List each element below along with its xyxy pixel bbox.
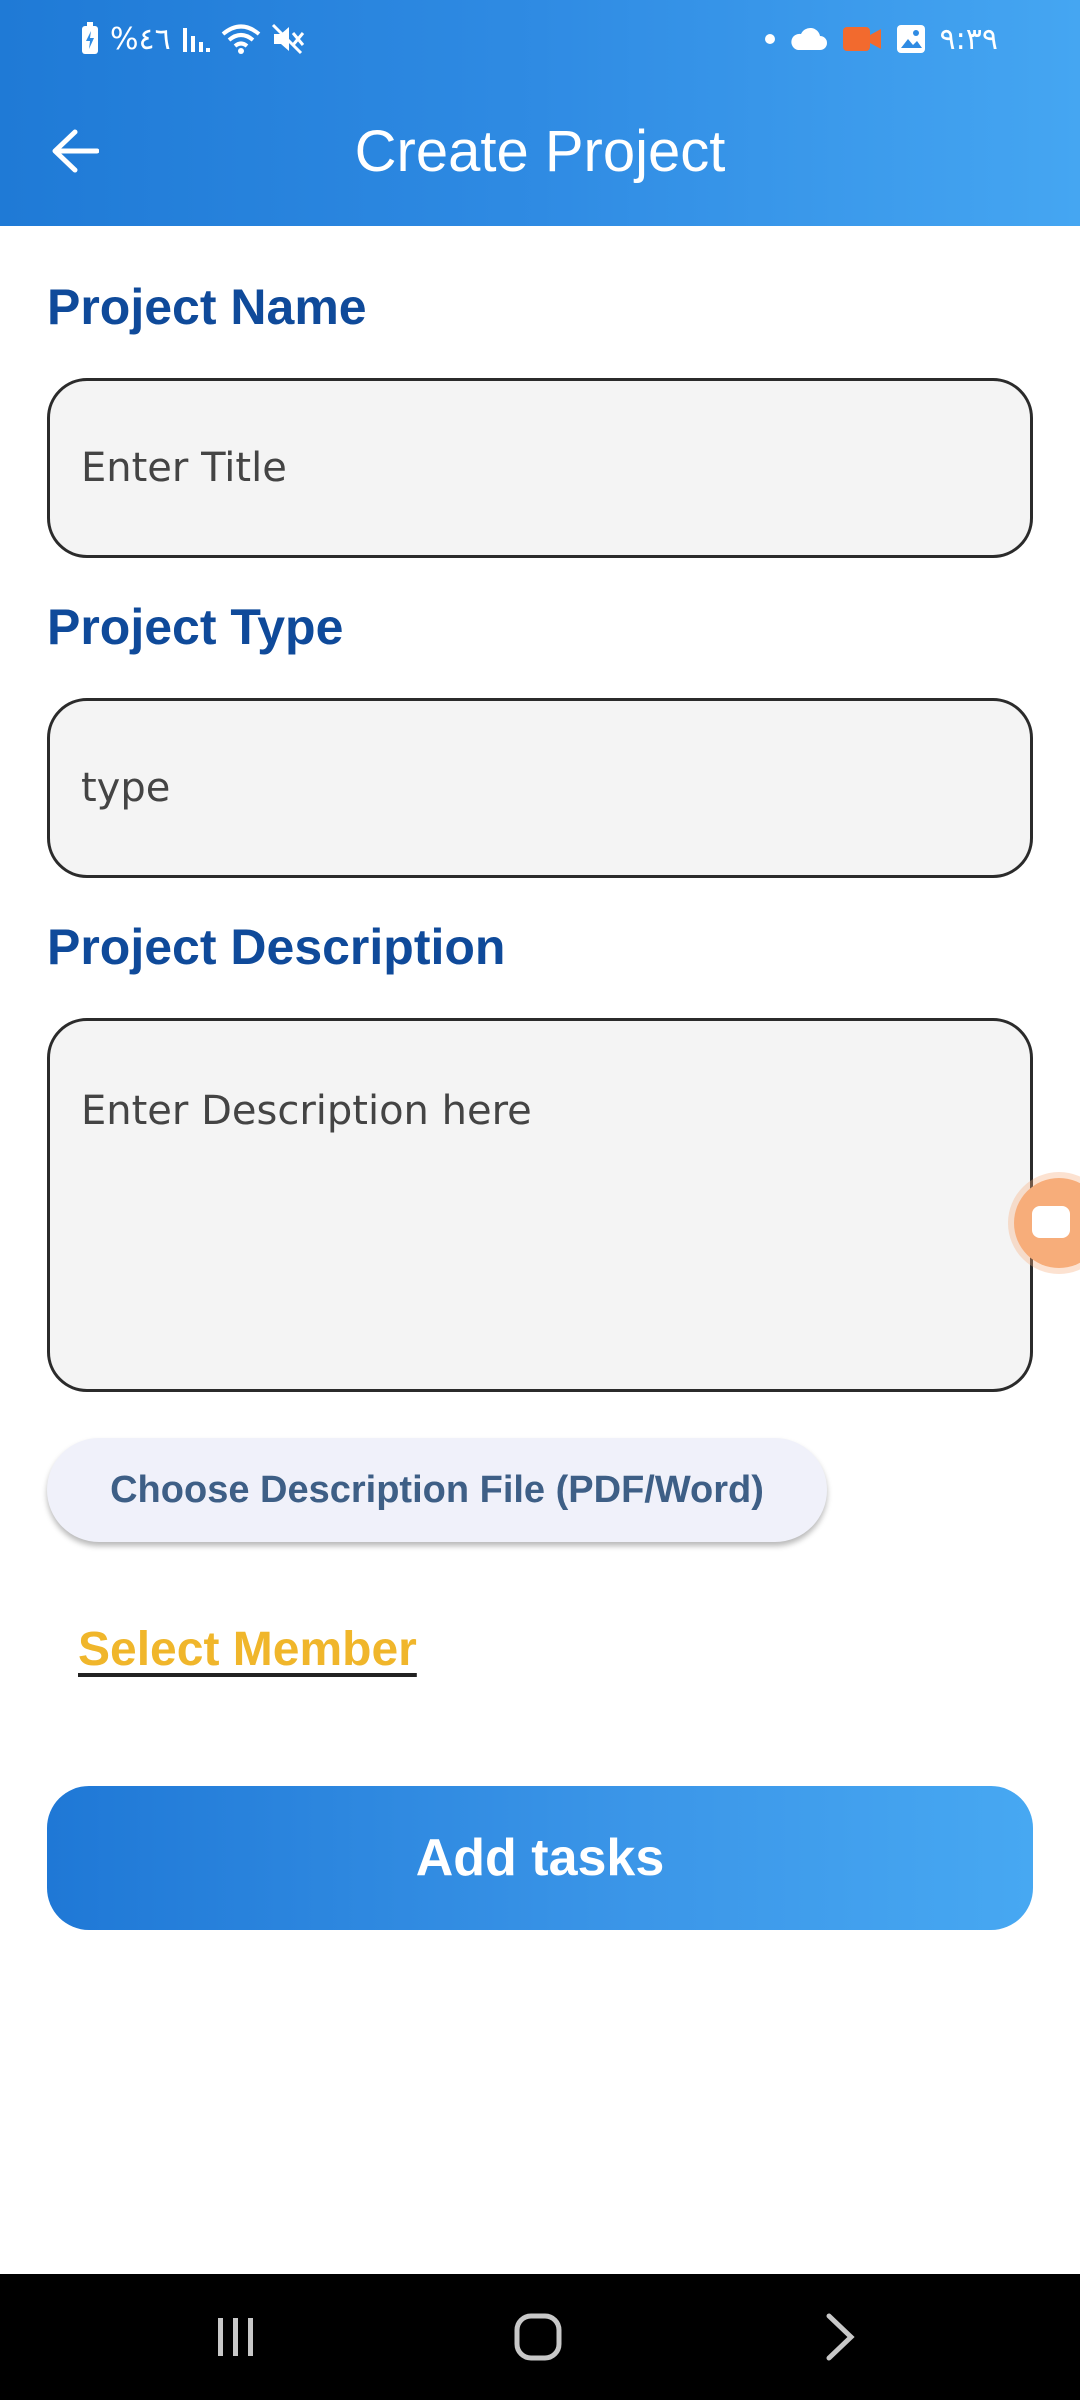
- back-chevron-icon: [826, 2313, 855, 2361]
- status-left: %٤٦: [80, 18, 305, 60]
- project-description-label: Project Description: [47, 919, 506, 975]
- cloud-icon: [790, 26, 828, 52]
- status-right: ٩:٣٩: [764, 18, 998, 60]
- battery-percent: %٤٦: [110, 21, 171, 57]
- project-type-label: Project Type: [47, 599, 344, 655]
- home-icon: [514, 2313, 562, 2361]
- home-button[interactable]: [478, 2274, 598, 2400]
- battery-charging-icon: [80, 22, 100, 56]
- dot-icon: [764, 33, 776, 45]
- wifi-icon: [221, 23, 261, 55]
- clock: ٩:٣٩: [939, 21, 998, 57]
- select-member-link[interactable]: Select Member: [78, 1622, 417, 1677]
- choose-description-file-button[interactable]: Choose Description File (PDF/Word): [47, 1438, 827, 1542]
- app-header: %٤٦ ٩:٣٩ Create Project: [0, 0, 1080, 226]
- system-nav-bar: [0, 2274, 1080, 2400]
- add-tasks-button[interactable]: Add tasks: [47, 1786, 1033, 1930]
- status-bar: %٤٦ ٩:٣٩: [0, 0, 1080, 78]
- back-nav-button[interactable]: [780, 2274, 900, 2400]
- project-name-input[interactable]: [47, 378, 1033, 558]
- signal-icon: [181, 24, 211, 54]
- project-type-input[interactable]: [47, 698, 1033, 878]
- project-name-label: Project Name: [47, 279, 367, 335]
- recent-apps-button[interactable]: [176, 2274, 296, 2400]
- page-title: Create Project: [354, 119, 726, 184]
- image-icon: [896, 24, 926, 54]
- video-record-icon: [842, 25, 882, 53]
- camera-icon: [1032, 1206, 1070, 1238]
- recent-apps-icon: [218, 2318, 253, 2356]
- mute-icon: [271, 23, 305, 55]
- project-description-textarea[interactable]: [47, 1018, 1033, 1392]
